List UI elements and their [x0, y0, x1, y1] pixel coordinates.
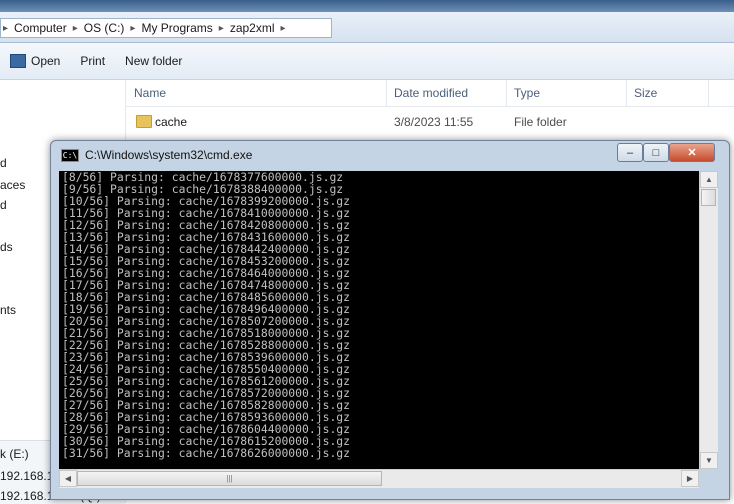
- scroll-up-arrow-icon[interactable]: ▲: [700, 171, 718, 188]
- window-title: C:\Windows\system32\cmd.exe: [85, 148, 253, 162]
- nav-item[interactable]: nts: [0, 303, 16, 317]
- vertical-scroll-thumb[interactable]: [701, 189, 716, 206]
- open-button[interactable]: Open: [10, 54, 60, 68]
- file-date: 3/8/2023 11:55: [394, 115, 474, 129]
- breadcrumb-zap2xml[interactable]: zap2xml: [226, 21, 279, 35]
- breadcrumb-drive[interactable]: OS (C:): [80, 21, 129, 35]
- print-button[interactable]: Print: [80, 54, 105, 68]
- close-button[interactable]: ✕: [669, 143, 715, 162]
- breadcrumb[interactable]: ▸ Computer ▸ OS (C:) ▸ My Programs ▸ zap…: [0, 18, 332, 38]
- minimize-button[interactable]: –: [617, 143, 643, 162]
- scroll-right-arrow-icon[interactable]: ▶: [681, 470, 699, 487]
- column-headers: Name Date modified Type Size: [126, 80, 734, 107]
- new-folder-button[interactable]: New folder: [125, 54, 182, 68]
- explorer-toolbar: Open Print New folder: [0, 43, 734, 80]
- console-output[interactable]: [8/56] Parsing: cache/1678377600000.js.g…: [59, 171, 699, 469]
- maximize-button[interactable]: □: [643, 143, 669, 162]
- scroll-down-arrow-icon[interactable]: ▼: [700, 452, 718, 469]
- nav-item[interactable]: ds: [0, 240, 13, 254]
- chevron-right-icon[interactable]: ▸: [217, 23, 226, 34]
- breadcrumb-computer[interactable]: Computer: [10, 21, 71, 35]
- nav-item[interactable]: aces: [0, 178, 25, 192]
- open-label: Open: [31, 54, 61, 68]
- nav-item[interactable]: d: [0, 198, 7, 212]
- cmd-app-icon[interactable]: C:\: [61, 148, 79, 162]
- column-size[interactable]: Size: [634, 86, 657, 100]
- horizontal-scrollbar[interactable]: ◀ ||| ▶: [59, 469, 699, 488]
- file-type: File folder: [514, 115, 567, 129]
- column-divider[interactable]: [506, 80, 507, 106]
- breadcrumb-my-programs[interactable]: My Programs: [137, 21, 216, 35]
- column-divider[interactable]: [626, 80, 627, 106]
- console-line: [31/56] Parsing: cache/1678626000000.js.…: [62, 446, 351, 460]
- scroll-left-arrow-icon[interactable]: ◀: [59, 470, 77, 487]
- open-icon: [10, 54, 26, 68]
- taskbar-strip: [0, 0, 734, 12]
- file-row-cache[interactable]: cache 3/8/2023 11:55 File folder: [126, 112, 734, 132]
- console-lines: [8/56] Parsing: cache/1678377600000.js.g…: [62, 171, 350, 459]
- column-name[interactable]: Name: [134, 86, 166, 100]
- column-divider[interactable]: [386, 80, 387, 106]
- print-label: Print: [80, 54, 106, 68]
- column-divider[interactable]: [708, 80, 709, 106]
- vertical-scrollbar[interactable]: ▲ ▼: [699, 171, 718, 469]
- drive-item[interactable]: 192.168.1: [0, 469, 53, 483]
- file-name: cache: [155, 115, 188, 129]
- chevron-right-icon[interactable]: ▸: [279, 23, 288, 34]
- address-bar[interactable]: ▸ Computer ▸ OS (C:) ▸ My Programs ▸ zap…: [0, 12, 734, 43]
- column-date-modified[interactable]: Date modified: [394, 86, 468, 100]
- cmd-window[interactable]: C:\ C:\Windows\system32\cmd.exe – □ ✕ [8…: [50, 140, 730, 500]
- folder-icon: [136, 115, 152, 128]
- drive-item[interactable]: k (E:): [0, 447, 29, 461]
- nav-item[interactable]: d: [0, 156, 7, 170]
- chevron-right-icon[interactable]: ▸: [71, 23, 80, 34]
- chevron-right-icon[interactable]: ▸: [128, 23, 137, 34]
- horizontal-scroll-thumb[interactable]: |||: [77, 471, 382, 486]
- new-folder-label: New folder: [125, 54, 183, 68]
- column-type[interactable]: Type: [514, 86, 540, 100]
- chevron-right-icon: ▸: [3, 22, 9, 34]
